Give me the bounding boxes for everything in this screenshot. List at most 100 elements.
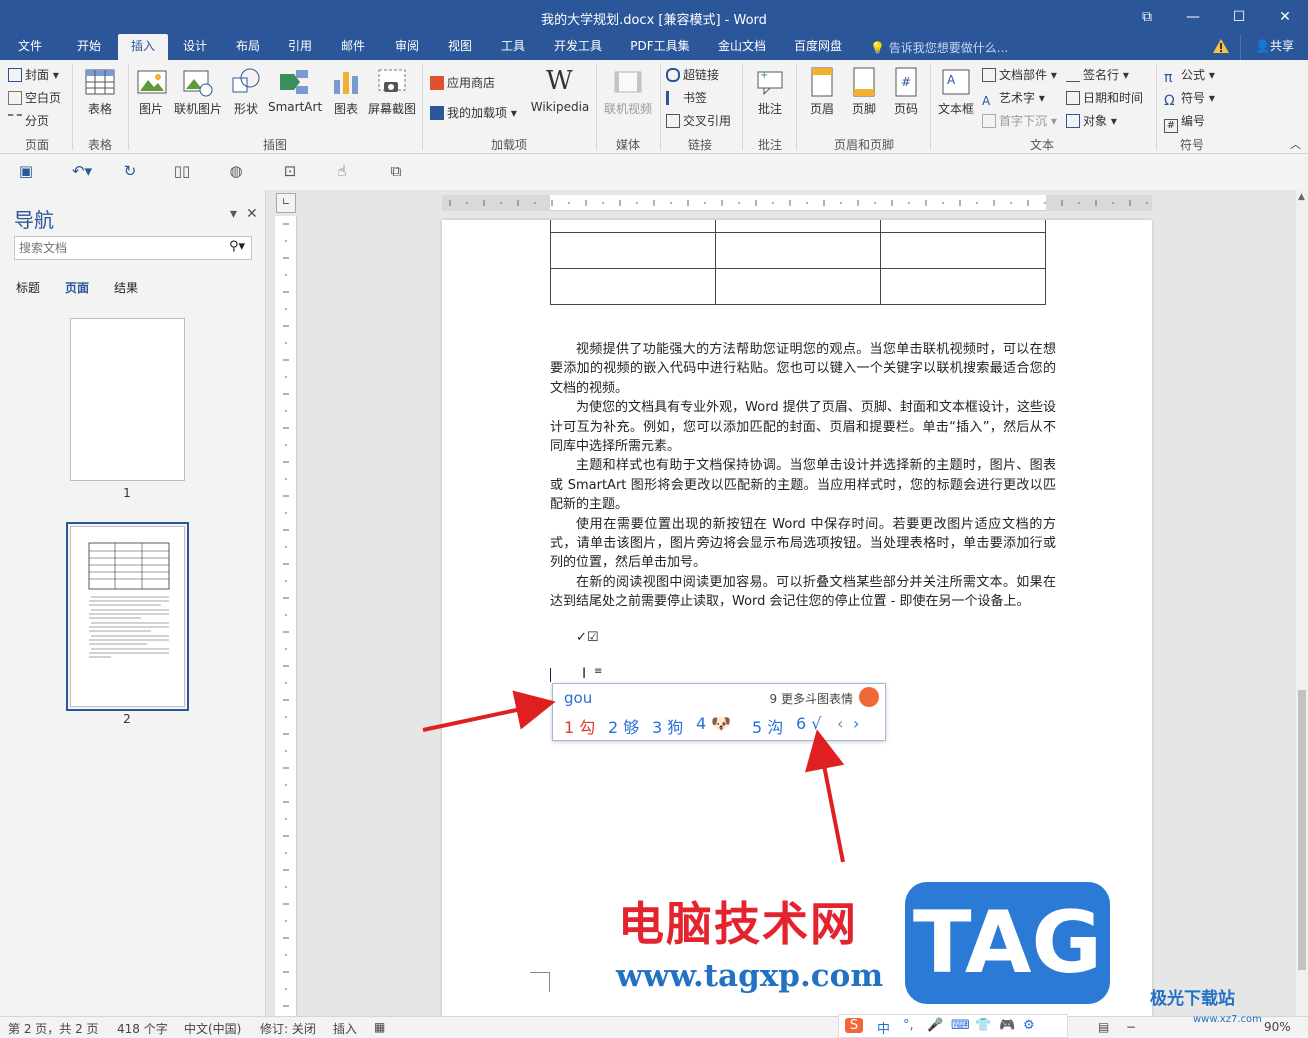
language-status[interactable]: 中文(中国) [184,1020,241,1037]
page-number-button[interactable]: 页码 [890,100,922,117]
table-cell[interactable] [715,220,881,233]
tab-insert[interactable]: 插入 [118,34,168,60]
document-body[interactable]: 视频提供了功能强大的方法帮助您证明您的观点。当您单击联机视频时，可以在想要添加的… [550,340,1056,612]
keyboard-icon[interactable]: ⌨ [951,1018,970,1033]
picture-icon[interactable] [136,66,168,98]
checkmark-symbols[interactable]: ✓☑ [576,630,599,645]
cover-page-button[interactable]: 封面 ▾ [8,66,59,83]
quick-parts-button[interactable]: 文档部件 ▾ [982,66,1057,83]
paragraph[interactable]: 使用在需要位置出现的新按钮在 Word 中保存时间。若要更改图片适应文档的方式，… [550,515,1056,573]
tab-baidu-netdisk[interactable]: 百度网盘 [786,34,850,60]
tab-mailings[interactable]: 邮件 [330,34,376,60]
tab-home[interactable]: 开始 [66,34,112,60]
drop-cap-button[interactable]: 首字下沉 ▾ [982,112,1057,129]
object-button[interactable]: 对象 ▾ [1066,112,1117,129]
table-cell[interactable] [880,231,1046,269]
wikipedia-icon[interactable]: W [546,66,573,96]
tell-me-box[interactable]: 💡 告诉我您想要做什么... [870,39,1008,56]
online-video-icon[interactable] [612,66,644,98]
nav-tab-results[interactable]: 结果 [114,279,138,296]
ime-candidate[interactable]: 6 √ [796,714,821,733]
comment-button[interactable]: 批注 [754,100,786,117]
tab-references[interactable]: 引用 [278,34,322,60]
online-video-button[interactable]: 联机视频 [600,100,656,117]
ribbon-display-options-icon[interactable]: ⧉ [1124,0,1170,34]
shapes-icon[interactable] [230,66,262,98]
tab-developer[interactable]: 开发工具 [546,34,610,60]
wikipedia-button[interactable]: Wikipedia [530,100,590,114]
zoom-out-icon[interactable]: − [1126,1020,1136,1034]
textbox-icon[interactable]: A [940,66,972,98]
ime-candidate[interactable]: 4 🐶 [696,714,731,733]
maximize-button[interactable]: ☐ [1216,0,1262,34]
ime-candidate[interactable]: 1 勾 [564,714,595,738]
document-table[interactable] [550,220,1046,305]
vertical-scrollbar[interactable]: ▲ [1296,190,1308,1016]
footer-icon[interactable] [848,66,880,98]
customize-icon[interactable]: ⧉ [386,162,406,180]
nav-tab-headings[interactable]: 标题 [16,279,40,296]
ime-prev-page-icon[interactable]: ‹ [837,714,843,733]
settings-icon[interactable]: ⚙ [1023,1018,1035,1033]
undo-icon[interactable]: ↶▾ [66,162,98,180]
online-picture-icon[interactable] [182,66,214,98]
online-picture-button[interactable]: 联机图片 [172,100,224,117]
date-time-button[interactable]: 日期和时间 [1066,89,1143,106]
print-preview-icon[interactable]: ⊡ [280,162,300,180]
screenshot-button[interactable]: 屏幕截图 [364,100,420,117]
picture-button[interactable]: 图片 [134,100,168,117]
numbering-button[interactable]: # 编号 [1164,112,1205,133]
view-mode-icon[interactable]: ▤ [1098,1020,1109,1034]
header-icon[interactable] [806,66,838,98]
warning-icon[interactable] [1212,38,1230,54]
ime-candidate[interactable]: 2 够 [608,714,639,738]
header-button[interactable]: 页眉 [806,100,838,117]
ime-chinese-mode[interactable]: 中 [877,1018,890,1037]
comment-icon[interactable]: + [754,66,786,98]
tab-design[interactable]: 设计 [172,34,218,60]
nav-search-box[interactable]: ⚲▾ [14,236,252,260]
share-button[interactable]: 👤共享 [1240,34,1308,60]
page-count[interactable]: 第 2 页，共 2 页 [8,1020,99,1037]
track-changes-status[interactable]: 修订: 关闭 [260,1020,316,1037]
macro-icon[interactable]: ▦ [374,1020,385,1034]
page-number-icon[interactable]: # [890,66,922,98]
tab-tools[interactable]: 工具 [490,34,536,60]
nav-close-icon[interactable]: ✕ [246,206,258,222]
paragraph[interactable]: 视频提供了功能强大的方法帮助您证明您的观点。当您单击联机视频时，可以在想要添加的… [550,340,1056,398]
table-button[interactable]: 表格 [84,100,116,117]
web-layout-icon[interactable]: ◍ [226,162,246,180]
footer-button[interactable]: 页脚 [848,100,880,117]
my-addins-button[interactable]: 我的加载项 ▾ [430,104,517,121]
sogou-icon[interactable]: S [845,1018,863,1033]
textbox-button[interactable]: 文本框 [936,100,976,117]
page-thumbnail-2[interactable] [66,522,189,711]
blank-page-button[interactable]: 空白页 [8,89,61,106]
tab-kdocs[interactable]: 金山文档 [710,34,774,60]
minimize-button[interactable]: — [1170,0,1216,34]
wordart-button[interactable]: A 艺术字 ▾ [982,89,1045,108]
smartart-button[interactable]: SmartArt [268,100,322,114]
smartart-icon[interactable] [278,66,310,98]
table-cell[interactable] [715,231,881,269]
layout-options-icon[interactable]: ≡ [594,666,602,677]
tab-file[interactable]: 文件 [8,34,52,60]
tab-stop-selector[interactable]: ∟ [276,193,296,213]
table-cell[interactable] [880,267,1046,305]
tab-pdf-tools[interactable]: PDF工具集 [622,34,698,60]
game-icon[interactable]: 🎮 [999,1018,1015,1033]
nav-tab-pages[interactable]: 页面 [65,279,89,296]
redo-icon[interactable]: ↻ [120,162,140,180]
ime-more-stickers[interactable]: 9 更多斗图表情 [770,690,853,707]
page-break-button[interactable]: 分页 [8,112,49,129]
ime-candidate[interactable]: 3 狗 [652,714,683,738]
equation-button[interactable]: π 公式 ▾ [1164,66,1215,86]
chart-icon[interactable] [330,66,362,98]
scrollbar-thumb[interactable] [1298,690,1306,970]
tab-review[interactable]: 审阅 [384,34,430,60]
zoom-level[interactable]: 90% [1264,1020,1291,1034]
nav-search-input[interactable] [15,237,205,259]
bookmark-button[interactable]: 书签 [666,89,707,106]
sogou-logo-icon[interactable] [859,687,879,707]
symbol-button[interactable]: Ω 符号 ▾ [1164,89,1215,109]
